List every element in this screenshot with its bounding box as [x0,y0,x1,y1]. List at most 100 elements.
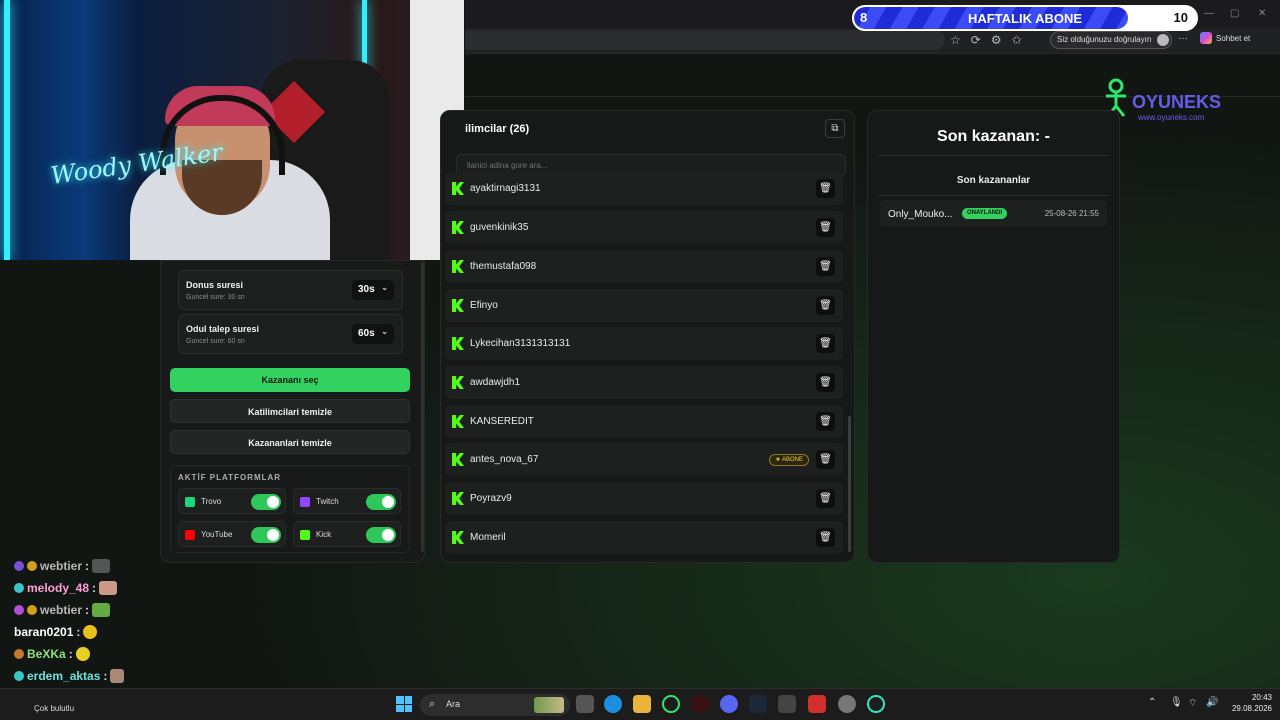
donus-suresi-setting: Donus suresi Guncel sure: 30 sn 30s ⌄ [178,270,403,310]
network-icon[interactable]: ⌔ [1188,697,1197,710]
favorites-icon[interactable]: ✩ [1012,33,1022,47]
participant-row: KANSEREDIT 🗑 [445,405,843,438]
discord-icon[interactable] [720,695,738,713]
app-video-icon[interactable] [808,695,826,713]
delete-trash-icon[interactable]: 🗑 [816,257,835,276]
participants-scrollbar[interactable] [848,416,851,552]
app-circle-icon[interactable] [867,695,885,713]
participant-name: themustafa098 [470,261,537,272]
search-icon: ⌕ [429,698,436,710]
task-view-icon[interactable] [576,695,594,713]
odul-talep-select[interactable]: 60s ⌄ [352,324,394,344]
chat-message: BeXKa : [14,645,90,663]
twitch-icon [300,497,310,507]
avatar-icon [1157,34,1170,46]
favorite-star-icon[interactable]: ☆ [950,33,961,47]
goal-target: 10 [1173,10,1188,25]
chat-username: webtier [40,559,83,573]
app-red-icon[interactable] [691,695,709,713]
chat-label: Sohbet et [1216,33,1251,43]
maximize-icon[interactable]: ▢ [1230,8,1239,19]
kick-toggle[interactable] [366,527,396,543]
chat-message: baran0201 : [14,623,98,641]
copilot-chat-button[interactable]: Sohbet et [1200,32,1250,44]
platform-youtube: YouTube [178,521,286,547]
trovo-toggle[interactable] [251,494,281,510]
donus-suresi-select[interactable]: 30s ⌄ [352,280,394,300]
platform-twitch: Twitch [293,488,401,514]
participant-row: Lykecihan3131313131 🗑 [445,327,843,360]
setting-title: Donus suresi [186,280,244,290]
delete-trash-icon[interactable]: 🗑 [816,528,835,547]
delete-trash-icon[interactable]: 🗑 [816,296,835,315]
chevron-down-icon: ⌄ [381,283,388,292]
taskbar-clock[interactable]: 20:43 29.08.2026 [1232,692,1272,714]
chat-username: baran0201 [14,625,74,639]
search-label: Ara [446,699,461,709]
participant-name: guvenkinik35 [470,222,529,233]
steam-icon[interactable] [749,695,767,713]
copy-list-button[interactable]: ⧉ [825,119,845,138]
setting-subtitle: Guncel sure: 30 sn [186,294,245,301]
extensions-icon[interactable]: ⚙ [991,33,1002,47]
calculator-icon[interactable] [778,695,796,713]
settings-scrollbar[interactable] [421,262,424,552]
clear-winners-button[interactable]: Kazananlari temizle [170,430,410,454]
setting-title: Odul talep suresi [186,324,260,334]
kick-icon [452,531,464,544]
kick-icon [452,492,464,505]
profile-verify-button[interactable]: Siz olduğunuzu doğrulayın [1050,31,1173,49]
kick-icon [452,260,464,273]
chat-username: melody_48 [27,581,90,595]
participant-row: antes_nova_67 ★ ABONE 🗑 [445,443,843,476]
winner-date: 25-08-26 21:55 [1044,209,1099,218]
volume-icon[interactable]: 🔊 [1206,697,1218,708]
chat-message: webtier : [14,557,111,575]
windows-start-icon[interactable] [396,696,412,712]
app-round-icon[interactable] [838,695,856,713]
participant-row: Momeril 🗑 [445,521,843,554]
divider [878,155,1110,156]
participant-name: KANSEREDIT [470,416,534,427]
winners-subtitle: Son kazananlar [956,175,1031,186]
close-icon[interactable]: ✕ [1258,8,1266,19]
delete-trash-icon[interactable]: 🗑 [816,489,835,508]
chat-message: webtier : [14,601,111,619]
pick-winner-button[interactable]: Kazananı seç [170,368,410,392]
participant-row: awdawjdh1 🗑 [445,366,843,399]
delete-trash-icon[interactable]: 🗑 [816,450,835,469]
clock-time: 20:43 [1251,693,1272,702]
platform-label: Twitch [316,497,339,506]
weather-widget[interactable]: Çok bulutlu [34,704,74,713]
chevron-up-icon[interactable]: ⌃ [1148,697,1156,708]
refresh-icon[interactable]: ⟳ [971,33,981,47]
delete-trash-icon[interactable]: 🗑 [816,218,835,237]
delete-trash-icon[interactable]: 🗑 [816,179,835,198]
platform-label: Kick [316,530,332,539]
winner-row: Only_Mouko... ONAYLANDI 25-08-26 21:55 [880,200,1107,227]
divider [878,195,1110,196]
file-explorer-icon[interactable] [633,695,651,713]
odul-talep-setting: Odul talep suresi Guncel sure: 60 sn 60s… [178,314,403,354]
youtube-toggle[interactable] [251,527,281,543]
microphone-icon[interactable]: 🎙 [1170,697,1183,708]
clear-participants-button[interactable]: Katilimcilari temizle [170,399,410,423]
status-badge: ONAYLANDI [962,208,1008,219]
kick-icon [452,337,464,350]
chat-username: webtier [40,603,83,617]
more-menu-icon[interactable]: ··· [1178,33,1188,44]
delete-trash-icon[interactable]: 🗑 [816,373,835,392]
participant-row: Efinyo 🗑 [445,289,843,322]
delete-trash-icon[interactable]: 🗑 [816,412,835,431]
kick-icon [300,530,310,540]
edge-icon[interactable] [604,695,622,713]
taskbar-search[interactable]: ⌕ Ara [420,694,570,716]
logo-brand: OYUNEKS [1132,92,1222,112]
address-bar[interactable] [465,30,945,50]
minimize-icon[interactable]: — [1204,8,1214,19]
winner-name: Only_Mouko... [888,209,953,220]
delete-trash-icon[interactable]: 🗑 [816,334,835,353]
upwork-icon[interactable] [662,695,680,713]
twitch-toggle[interactable] [366,494,396,510]
kick-icon [452,182,464,195]
